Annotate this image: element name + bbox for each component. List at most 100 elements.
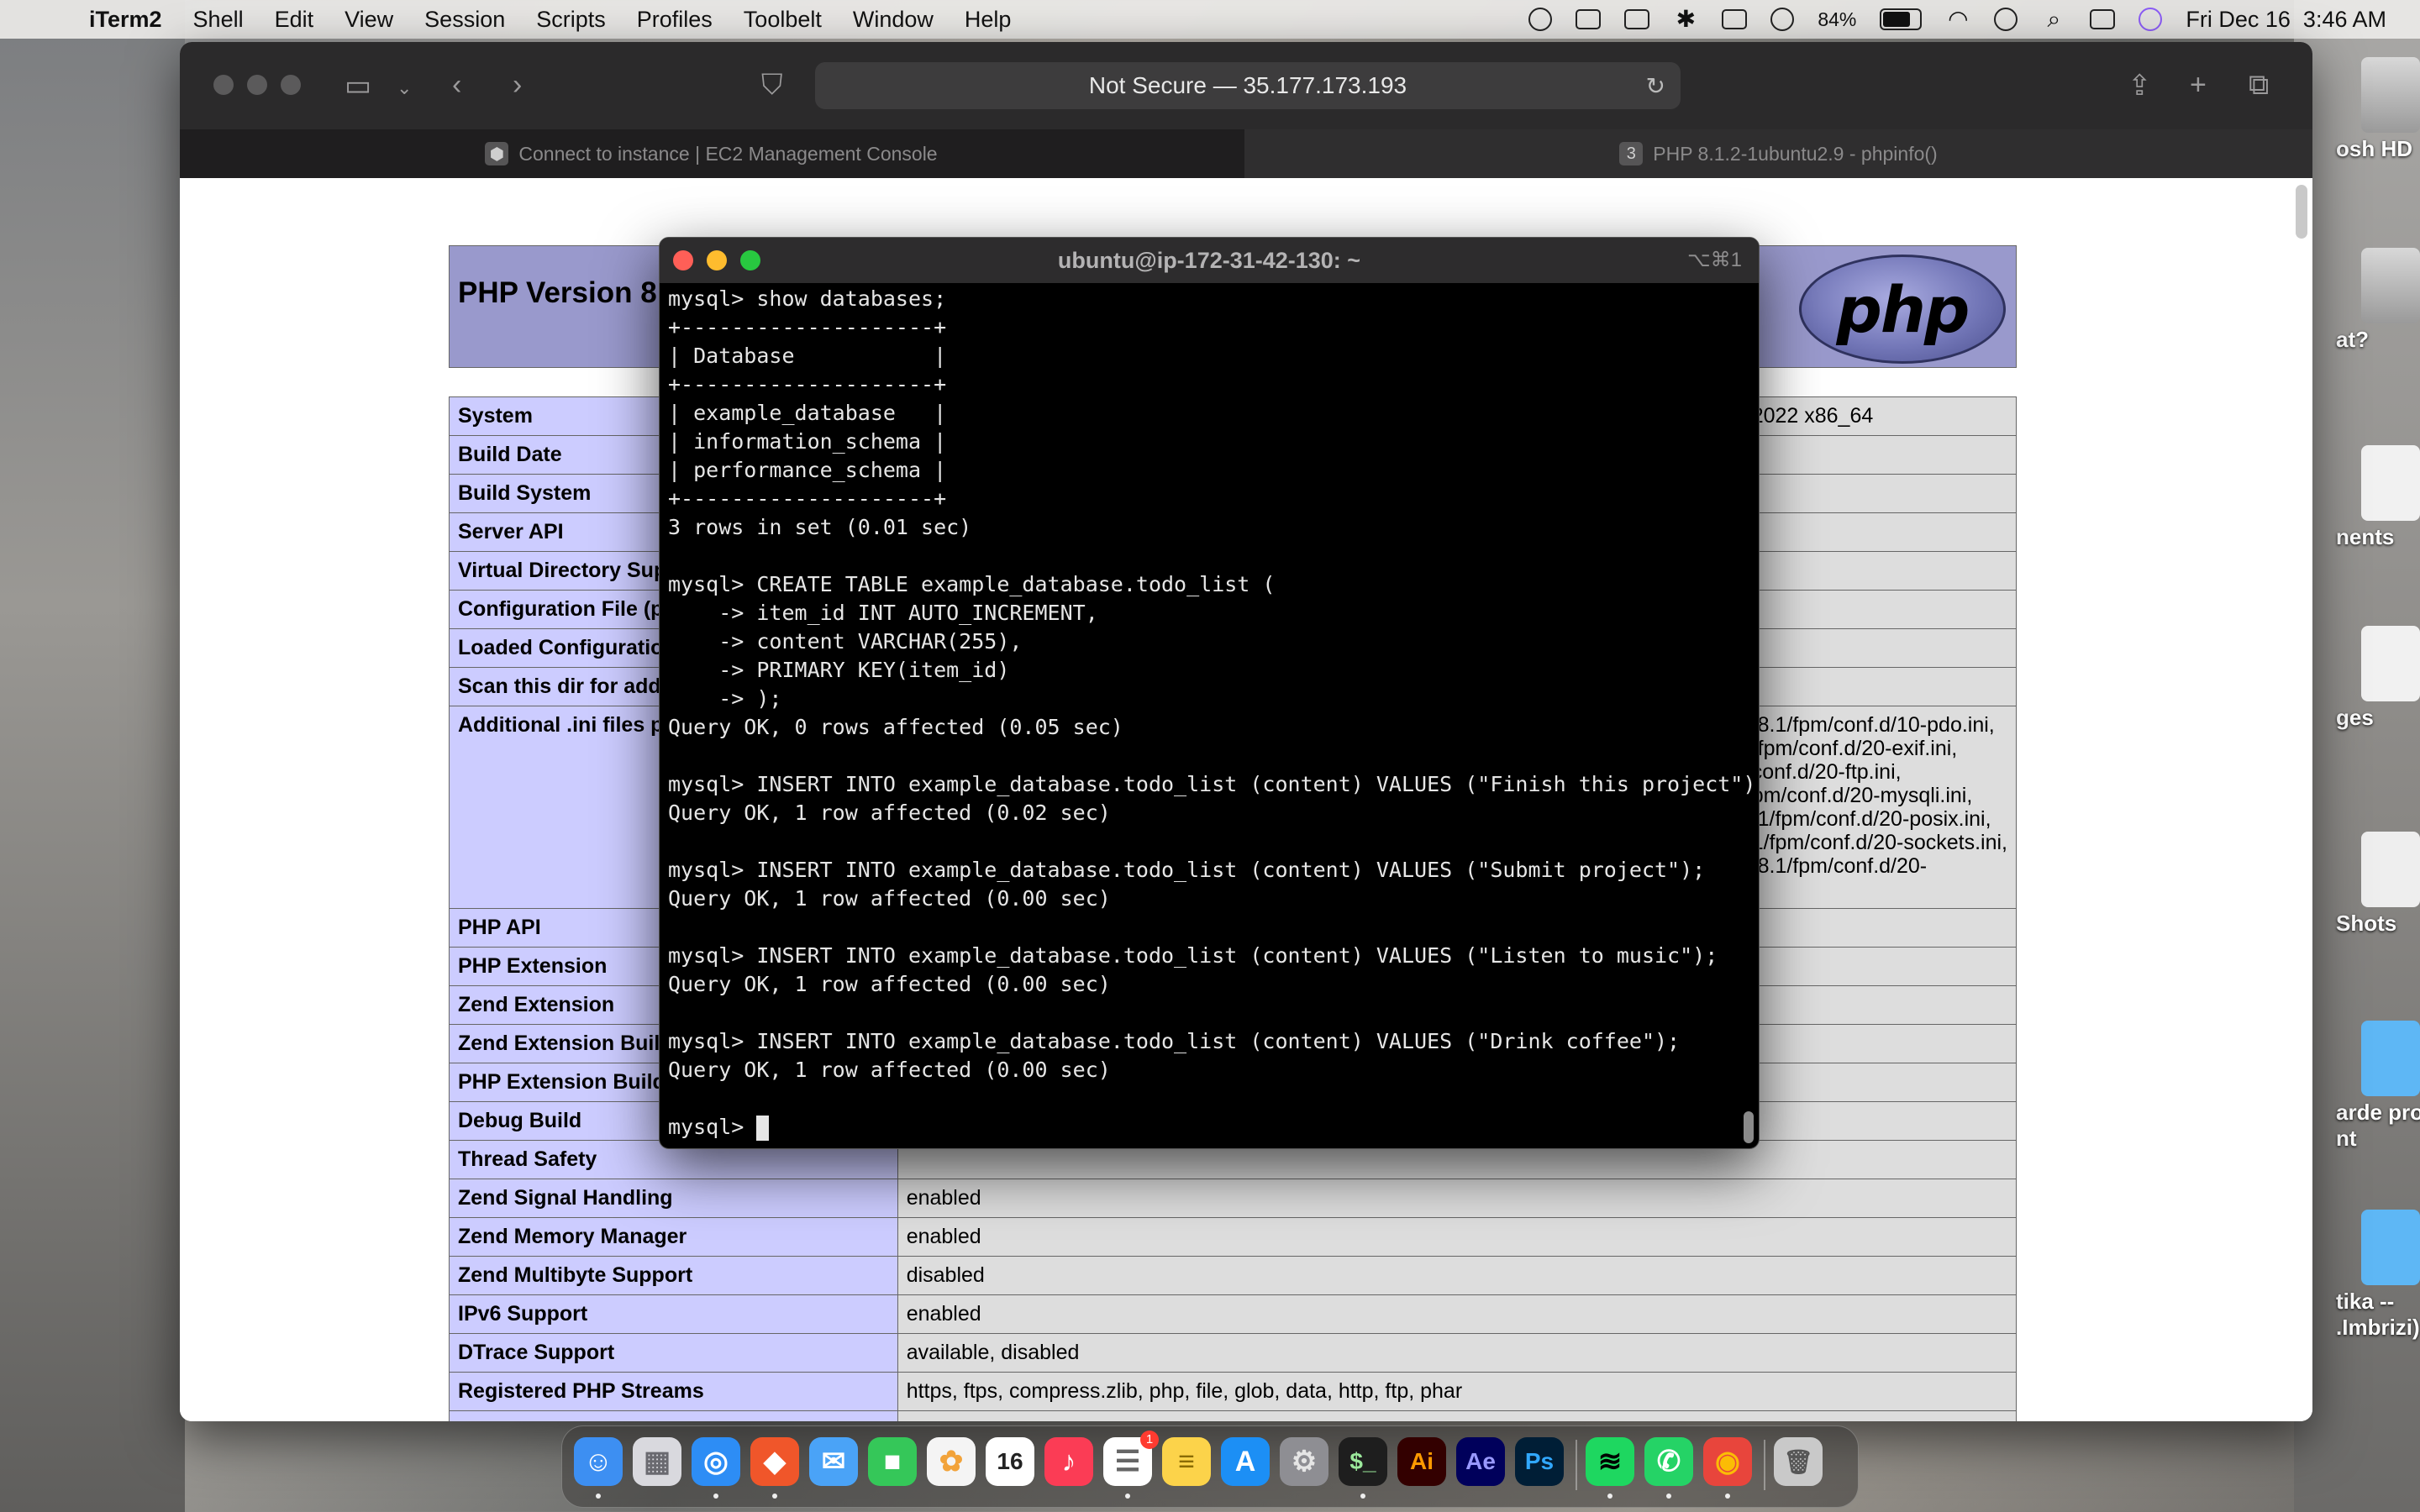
back-icon[interactable]: ‹	[452, 69, 461, 102]
photos-icon[interactable]: ✿	[927, 1437, 976, 1486]
notes-icon[interactable]: ≡	[1162, 1437, 1211, 1486]
stage-manager-icon[interactable]	[1722, 9, 1748, 29]
forward-icon[interactable]: ›	[513, 69, 522, 102]
table-row: Registered PHP Streams https, ftps, compr…	[449, 1372, 2018, 1411]
desktop-icon-images[interactable]: ges	[2336, 626, 2420, 731]
new-tab-icon[interactable]: +	[2190, 69, 2207, 102]
after-effects-icon[interactable]: Ae	[1456, 1437, 1505, 1486]
desktop-icon-label: tika -- .Imbrizi)	[2336, 1289, 2420, 1340]
row-value: https, ftps, compress.zlib, php, file, g…	[897, 1372, 2018, 1411]
menu-shell[interactable]: Shell	[193, 7, 244, 33]
app-store-icon[interactable]: A	[1221, 1437, 1270, 1486]
safari-icon[interactable]: ◎	[692, 1437, 740, 1486]
php-version-title: PHP Version 8	[458, 276, 657, 309]
spotify-icon[interactable]: ≋	[1586, 1437, 1634, 1486]
desktop-icon-label: arde pro nt	[2336, 1100, 2420, 1151]
desktop-icon-drive[interactable]: osh HD	[2336, 57, 2420, 162]
dock-glyph: Ps	[1524, 1448, 1555, 1474]
table-row: Zend Memory Manager enabled	[449, 1217, 2018, 1257]
creative-cloud-icon[interactable]	[1528, 8, 1553, 31]
php-logo: php	[1799, 255, 2006, 364]
terminal-output[interactable]: mysql> show databases; +-----------------…	[668, 285, 1759, 1148]
display-icon[interactable]	[1576, 9, 1602, 29]
menu-toolbelt[interactable]: Toolbelt	[744, 7, 822, 33]
menu-window[interactable]: Window	[853, 7, 934, 33]
terminal-line: +--------------------+	[668, 486, 947, 511]
desktop-icon-screenshots[interactable]: Shots	[2336, 832, 2420, 937]
spotlight-icon[interactable]: ⌕	[2041, 8, 2066, 31]
minimize-button[interactable]	[247, 75, 267, 95]
reload-icon[interactable]: ↻	[1646, 72, 1665, 100]
music-icon[interactable]: ♪	[1044, 1437, 1093, 1486]
row-value: disabled	[897, 1256, 2018, 1295]
screen-mirror-icon[interactable]	[1624, 9, 1650, 29]
address-text: Not Secure — 35.177.173.193	[1088, 72, 1407, 98]
play-icon[interactable]	[1770, 8, 1795, 31]
dock-glyph: ≋	[1597, 1446, 1623, 1478]
tab-label: Connect to instance | EC2 Management Con…	[518, 142, 938, 165]
address-bar[interactable]: Not Secure — 35.177.173.193 ↻	[815, 62, 1681, 109]
menu-help[interactable]: Help	[965, 7, 1012, 33]
menubar-clock[interactable]: Fri Dec 16 3:46 AM	[2186, 7, 2386, 33]
terminal-prompt-line[interactable]: mysql>	[668, 1113, 1739, 1142]
iterm-titlebar[interactable]: ubuntu@ip-172-31-42-130: ~ ⌥⌘1	[660, 238, 1759, 283]
document-icon	[2361, 832, 2420, 907]
share-icon[interactable]: ⇪	[2128, 69, 2152, 102]
chrome-icon[interactable]: ◉	[1703, 1437, 1752, 1486]
drive-icon	[2361, 248, 2420, 323]
tab-phpinfo[interactable]: 3 PHP 8.1.2-1ubuntu2.9 - phpinfo()	[1244, 129, 2312, 178]
facetime-icon[interactable]: ■	[868, 1437, 917, 1486]
tab-ec2-console[interactable]: ⬢ Connect to instance | EC2 Management C…	[180, 129, 1243, 178]
row-key: DTrace Support	[449, 1333, 898, 1373]
menu-view[interactable]: View	[345, 7, 393, 33]
tab-overview-icon[interactable]: ⧉	[2249, 69, 2269, 102]
battery-icon[interactable]	[1880, 8, 1923, 30]
page-scrollbar[interactable]	[2296, 185, 2307, 239]
iterm-window: ubuntu@ip-172-31-42-130: ~ ⌥⌘1 mysql> sh…	[659, 237, 1760, 1149]
desktop-icon-documents[interactable]: nents	[2336, 445, 2420, 550]
menu-edit[interactable]: Edit	[275, 7, 314, 33]
table-row: Zend Multibyte Support disabled	[449, 1256, 2018, 1295]
launchpad-icon[interactable]: ▦	[633, 1437, 681, 1486]
siri-icon[interactable]	[2139, 8, 2163, 31]
privacy-shield-icon[interactable]: ⛉	[761, 69, 783, 102]
menu-app-name[interactable]: iTerm2	[89, 7, 162, 33]
sidebar-icon[interactable]: ▭	[345, 69, 371, 102]
wifi-icon[interactable]: ◠	[1945, 8, 1970, 31]
desktop-icon-folder-1[interactable]: arde pro nt	[2336, 1021, 2420, 1152]
terminal-line: -> PRIMARY KEY(item_id)	[668, 658, 1010, 682]
menu-session[interactable]: Session	[424, 7, 505, 33]
desktop-wallpaper-left	[0, 0, 185, 1512]
terminal-line: -> );	[668, 686, 782, 711]
brave-icon[interactable]: ◆	[750, 1437, 799, 1486]
photoshop-icon[interactable]: Ps	[1515, 1437, 1564, 1486]
calendar-icon[interactable]: 16	[986, 1437, 1034, 1486]
row-key: Registered PHP Streams	[449, 1372, 898, 1411]
finder-icon[interactable]: ☺	[574, 1437, 623, 1486]
system-settings-icon[interactable]: ⚙	[1280, 1437, 1328, 1486]
row-key: Zend Memory Manager	[449, 1217, 898, 1257]
terminal-scrollbar[interactable]	[1744, 1111, 1754, 1143]
desktop-icon-drive-2[interactable]: at?	[2336, 248, 2420, 353]
control-center-icon[interactable]	[2090, 9, 2116, 29]
chevron-down-icon[interactable]: ⌄	[397, 77, 412, 99]
desktop-icon-folder-2[interactable]: tika -- .Imbrizi)	[2336, 1210, 2420, 1341]
menu-scripts[interactable]: Scripts	[536, 7, 606, 33]
menu-profiles[interactable]: Profiles	[637, 7, 713, 33]
illustrator-icon[interactable]: Ai	[1397, 1437, 1446, 1486]
terminal-icon[interactable]: $_	[1339, 1437, 1387, 1486]
bluetooth-icon[interactable]: ✱	[1673, 8, 1698, 31]
terminal-line: +--------------------+	[668, 315, 947, 339]
folder-icon	[2361, 1021, 2420, 1096]
running-indicator	[1666, 1494, 1671, 1499]
whatsapp-icon[interactable]: ✆	[1644, 1437, 1693, 1486]
dock-glyph: 🗑	[1783, 1448, 1813, 1475]
trash-icon[interactable]: 🗑	[1774, 1437, 1823, 1486]
close-button[interactable]	[213, 75, 234, 95]
user-icon[interactable]	[1994, 8, 2018, 31]
mail-icon[interactable]: ✉	[809, 1437, 858, 1486]
zoom-button[interactable]	[281, 75, 301, 95]
reminders-icon[interactable]: ☰ 1	[1103, 1431, 1159, 1486]
